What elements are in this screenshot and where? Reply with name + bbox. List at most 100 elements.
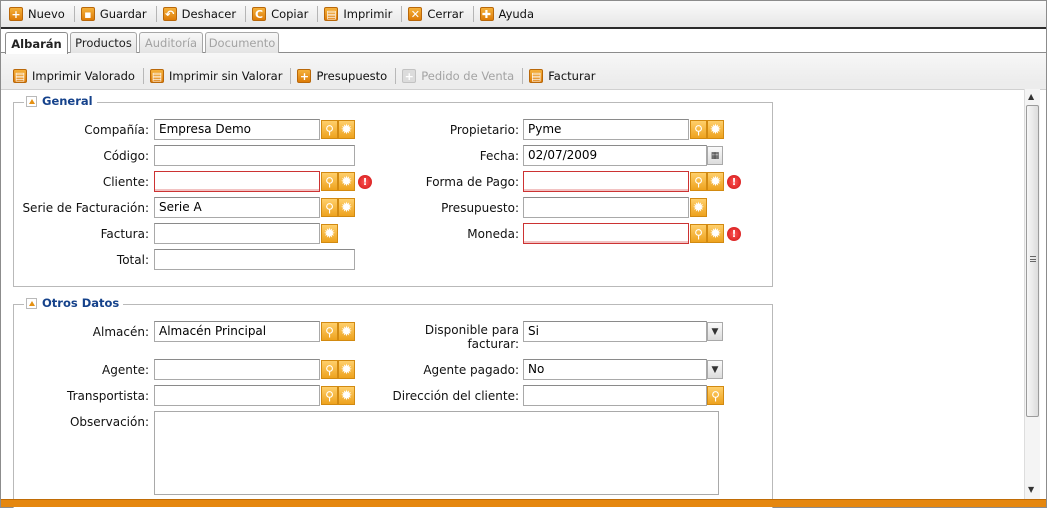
guardar-button[interactable]: ▪ Guardar: [79, 4, 152, 24]
agente-label: Agente:: [102, 363, 149, 377]
scroll-thumb[interactable]: [1026, 105, 1039, 417]
forma-pago-field[interactable]: [523, 171, 689, 192]
search-icon[interactable]: ⚲: [690, 172, 707, 191]
ayuda-button[interactable]: ✚ Ayuda: [478, 4, 540, 24]
error-icon: !: [727, 175, 741, 189]
moneda-field[interactable]: [523, 223, 689, 244]
codigo-field[interactable]: [154, 145, 355, 166]
gear-icon[interactable]: ✹: [690, 198, 707, 217]
plus-icon: +: [402, 69, 417, 83]
search-icon[interactable]: ⚲: [321, 322, 338, 341]
propietario-label: Propietario:: [449, 123, 519, 137]
error-icon: !: [727, 227, 741, 241]
form-scroll-area: General Compañía: Empresa Demo ⚲ ✹ Códig…: [1, 89, 1046, 508]
serie-field[interactable]: Serie A: [154, 197, 320, 218]
imprimir-sin-valorar-button[interactable]: ▤ Imprimir sin Valorar: [149, 69, 288, 83]
gear-icon[interactable]: ✹: [338, 322, 355, 341]
search-icon[interactable]: ⚲: [321, 198, 338, 217]
chevron-down-icon[interactable]: ▼: [707, 322, 723, 341]
printer-icon: ▤: [324, 7, 339, 21]
toolbar-separator: [142, 68, 144, 84]
moneda-label: Moneda:: [467, 227, 519, 241]
toolbar-separator: [395, 68, 397, 84]
gear-icon[interactable]: ✹: [707, 120, 724, 139]
printer-icon: ▤: [149, 69, 164, 83]
compania-field[interactable]: Empresa Demo: [154, 119, 320, 140]
gear-icon[interactable]: ✹: [707, 172, 724, 191]
save-icon: ▪: [80, 7, 95, 21]
deshacer-button[interactable]: ↶ Deshacer: [161, 4, 241, 24]
fecha-field[interactable]: 02/07/2009: [523, 145, 707, 166]
plus-icon: +: [9, 7, 23, 21]
undo-icon: ↶: [162, 7, 177, 21]
general-legend[interactable]: General: [24, 94, 97, 108]
toolbar-separator: [290, 68, 292, 84]
search-icon[interactable]: ⚲: [321, 172, 338, 191]
search-icon[interactable]: ⚲: [321, 120, 338, 139]
almacen-field[interactable]: Almacén Principal: [154, 321, 320, 342]
toolbar-separator: [155, 6, 157, 22]
observacion-textarea[interactable]: [154, 411, 719, 495]
copiar-button[interactable]: C Copiar: [250, 4, 313, 24]
imprimir-valorado-button[interactable]: ▤ Imprimir Valorado: [13, 69, 141, 83]
tab-albaran[interactable]: Albarán: [5, 32, 68, 54]
gear-icon[interactable]: ✹: [338, 360, 355, 379]
agente-pagado-select[interactable]: No: [523, 359, 707, 380]
otros-datos-legend[interactable]: Otros Datos: [24, 296, 124, 310]
factura-field[interactable]: [154, 223, 320, 244]
factura-label: Factura:: [100, 227, 149, 241]
gear-icon[interactable]: ✹: [338, 198, 355, 217]
toolbar-separator: [73, 6, 75, 22]
gear-icon[interactable]: ✹: [338, 120, 355, 139]
collapse-icon[interactable]: [26, 95, 37, 107]
observacion-label: Observación:: [69, 415, 149, 429]
total-label: Total:: [116, 253, 149, 267]
plus-icon: +: [297, 69, 312, 83]
search-icon[interactable]: ⚲: [690, 224, 707, 243]
toolbar-separator: [317, 6, 319, 22]
action-toolbar: ▤ Imprimir Valorado ▤ Imprimir sin Valorar…: [1, 65, 1046, 87]
transportista-field[interactable]: [154, 385, 320, 406]
disponible-select[interactable]: Si: [523, 321, 707, 342]
facturar-button[interactable]: ▤ Facturar: [529, 69, 601, 83]
compania-label: Compañía:: [84, 123, 149, 137]
presupuesto-button[interactable]: + Presupuesto: [297, 69, 393, 83]
printer-icon: ▤: [13, 69, 27, 83]
collapse-icon[interactable]: [26, 297, 37, 309]
transportista-label: Transportista:: [67, 389, 149, 403]
albaran-panel: ▤ Imprimir Valorado ▤ Imprimir sin Valorar…: [1, 53, 1046, 508]
tab-productos[interactable]: Productos: [70, 32, 137, 53]
gear-icon[interactable]: ✹: [707, 224, 724, 243]
cerrar-button[interactable]: ✕ Cerrar: [406, 4, 468, 24]
codigo-label: Código:: [103, 149, 149, 163]
toolbar-separator: [245, 6, 247, 22]
direccion-field[interactable]: [523, 385, 707, 406]
toolbar-separator: [472, 6, 474, 22]
scroll-up-icon[interactable]: ▲: [1028, 92, 1034, 101]
nuevo-button[interactable]: + Nuevo: [7, 4, 70, 24]
search-icon[interactable]: ⚲: [690, 120, 707, 139]
cliente-field[interactable]: [154, 171, 320, 192]
bottom-accent-bar: [1, 499, 1046, 507]
search-icon[interactable]: ⚲: [707, 386, 724, 405]
gear-icon[interactable]: ✹: [338, 386, 355, 405]
tab-bar: Albarán Productos Auditoría Documento: [1, 29, 1046, 54]
search-icon[interactable]: ⚲: [321, 360, 338, 379]
propietario-field[interactable]: Pyme: [523, 119, 689, 140]
serie-label: Serie de Facturación:: [22, 201, 149, 215]
gear-icon[interactable]: ✹: [321, 224, 338, 243]
toolbar-separator: [401, 6, 403, 22]
search-icon[interactable]: ⚲: [321, 386, 338, 405]
presupuesto-label: Presupuesto:: [441, 201, 519, 215]
total-field[interactable]: [154, 249, 355, 270]
agente-pagado-label: Agente pagado:: [423, 363, 519, 377]
gear-icon[interactable]: ✹: [338, 172, 355, 191]
presupuesto-field[interactable]: [523, 197, 689, 218]
chevron-down-icon[interactable]: ▼: [707, 360, 723, 379]
vertical-scrollbar[interactable]: ▲ ▼: [1024, 89, 1040, 499]
calendar-icon[interactable]: ▦: [707, 146, 723, 165]
grip-icon: [1030, 256, 1036, 262]
agente-field[interactable]: [154, 359, 320, 380]
imprimir-button[interactable]: ▤ Imprimir: [322, 4, 397, 24]
scroll-down-icon[interactable]: ▼: [1028, 485, 1034, 494]
